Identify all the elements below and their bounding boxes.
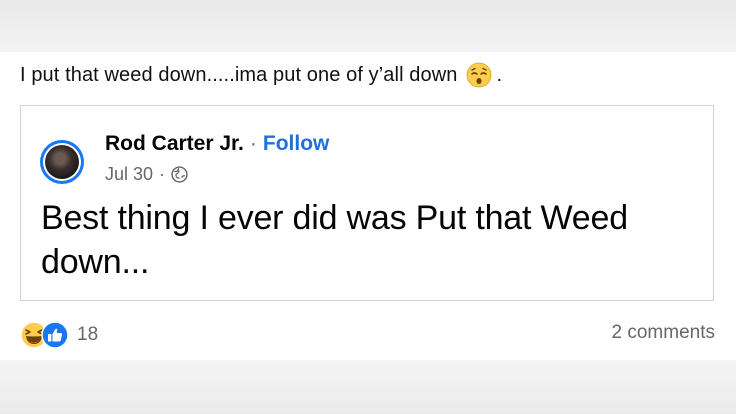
avatar[interactable]: [40, 140, 84, 184]
shared-post-card[interactable]: Rod Carter Jr. · Follow Jul 30 · Best thin…: [20, 105, 714, 301]
post-meta: Jul 30 ·: [105, 164, 188, 185]
post-caption: I put that weed down.....ima put one of …: [20, 60, 502, 90]
reactions-summary[interactable]: 18: [20, 320, 98, 350]
follow-button[interactable]: Follow: [263, 132, 330, 155]
like-reaction-icon: [41, 321, 69, 349]
post-caption-text: I put that weed down.....ima put one of …: [20, 63, 458, 86]
dizzy-face-emoji-icon: [467, 62, 492, 88]
separator-dot: ·: [249, 132, 257, 155]
shared-post-text: Best thing I ever did was Put that Weed …: [41, 199, 628, 281]
comments-count-link[interactable]: 2 comments: [612, 322, 715, 344]
avatar-photo: [45, 145, 79, 179]
author-line: Rod Carter Jr. · Follow: [105, 132, 329, 156]
post-caption-tail: .: [496, 63, 503, 86]
bottom-background-band: [0, 360, 736, 414]
separator-dot: ·: [159, 164, 166, 184]
post-date-link[interactable]: Jul 30: [105, 164, 153, 185]
reaction-count[interactable]: 18: [77, 324, 98, 346]
top-background-band: [0, 0, 736, 52]
globe-icon[interactable]: [171, 166, 188, 183]
author-name-link[interactable]: Rod Carter Jr.: [105, 132, 244, 155]
